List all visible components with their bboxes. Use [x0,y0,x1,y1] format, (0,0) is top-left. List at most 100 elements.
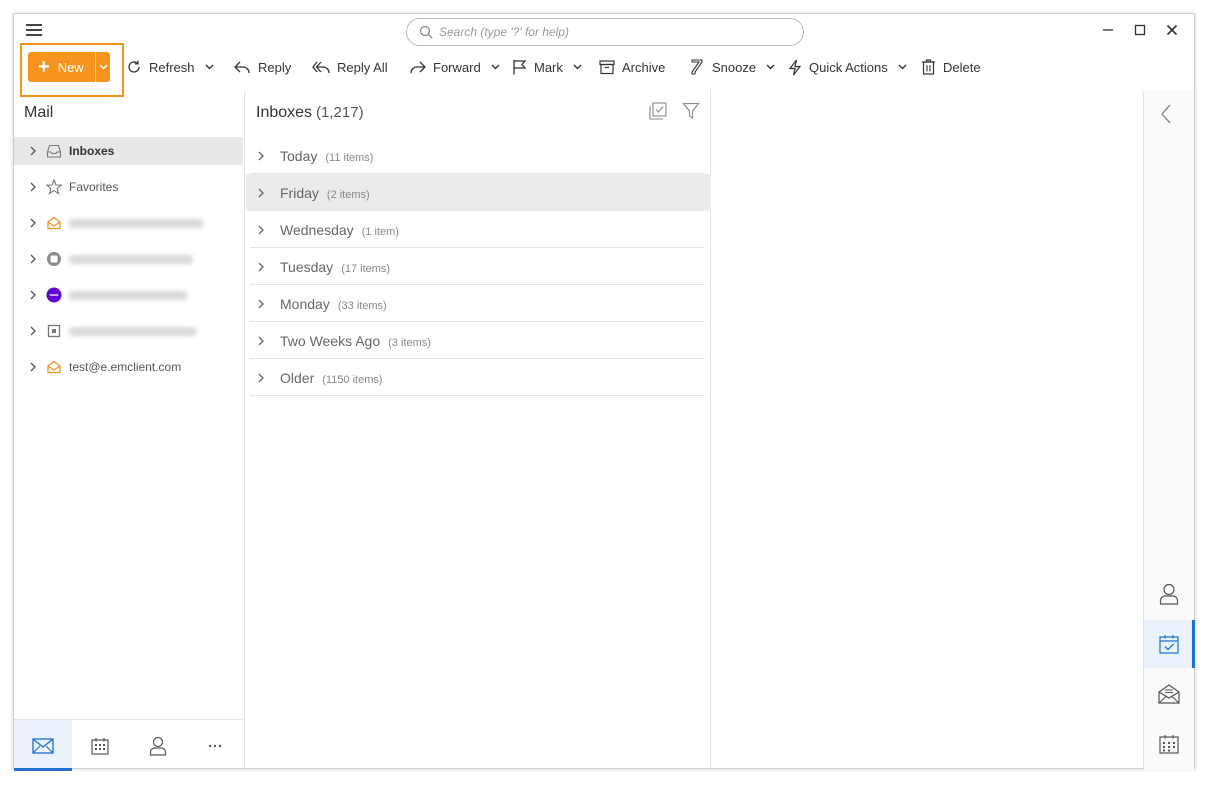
chevron-right-icon[interactable] [30,362,36,372]
sidebar-item-account[interactable] [14,317,243,345]
reply-button[interactable]: Reply [234,54,291,80]
minimize-icon [1103,29,1113,31]
new-button-group: + New [28,52,110,82]
reply-all-icon [312,61,330,74]
chevron-right-icon [258,336,264,345]
quick-actions-button[interactable]: Quick Actions [788,54,907,80]
group-name: Friday [280,184,319,201]
nav-more[interactable] [187,720,245,771]
chevron-down-icon[interactable] [573,64,582,70]
archive-icon [599,60,615,75]
sidebar-item-test-account[interactable]: test@e.emclient.com [14,353,243,381]
group-count: (1 item) [361,225,399,238]
snooze-button[interactable]: Snooze [689,54,775,80]
contact-icon [1159,583,1179,605]
chevron-right-icon [258,262,264,271]
nav-contacts[interactable] [129,720,187,771]
flag-icon [513,60,527,75]
mark-label: Mark [534,59,563,75]
quick-actions-label: Quick Actions [809,59,888,75]
calendar-check-icon [1159,635,1179,654]
chevron-right-icon[interactable] [30,254,36,264]
list-title-text: Inboxes [256,104,313,121]
chevron-right-icon[interactable] [30,218,36,228]
search-input[interactable] [439,25,779,39]
delete-button[interactable]: Delete [921,54,981,80]
archive-button[interactable]: Archive [599,54,665,80]
forward-button[interactable]: Forward [409,54,500,80]
more-icon [209,744,222,747]
chevron-right-icon[interactable] [30,146,36,156]
group-older[interactable]: Older (1150 items) [246,359,711,396]
group-name: Older [280,369,315,386]
minimize-button[interactable] [1096,20,1120,40]
group-monday[interactable]: Monday (33 items) [246,285,711,322]
close-button[interactable] [1160,20,1184,40]
group-tuesday[interactable]: Tuesday (17 items) [246,248,711,285]
delete-label: Delete [943,59,981,75]
search-box[interactable] [406,18,804,46]
mail-account-icon [47,216,61,230]
chevron-down-icon[interactable] [766,64,775,70]
snooze-label: Snooze [712,59,757,75]
group-name: Wednesday [280,221,354,238]
reply-label: Reply [258,59,292,75]
chevron-right-icon [258,299,264,308]
sidebar-item-inboxes[interactable]: Inboxes [14,137,243,165]
refresh-label: Refresh [149,59,195,75]
app-window: + New Refresh Reply Reply All Forward [13,13,1195,771]
new-dropdown-button[interactable] [96,52,110,82]
contacts-panel-button[interactable] [1144,570,1194,618]
sidebar-item-favorites[interactable]: Favorites [14,173,243,201]
group-name: Monday [280,295,330,312]
chevron-down-icon[interactable] [205,64,214,70]
contacts-icon [149,736,166,756]
chevron-down-icon[interactable] [898,64,907,70]
chevron-right-icon [258,151,264,160]
reply-icon [234,61,250,74]
group-count: (17 items) [341,262,391,275]
close-icon [1166,24,1178,36]
forward-label: Forward [433,59,481,75]
filter-icon[interactable] [682,102,700,120]
chevron-right-icon [258,188,264,197]
sidebar-item-account[interactable] [14,209,243,237]
sidebar-item-account[interactable] [14,281,243,309]
group-friday[interactable]: Friday (2 items) [246,174,711,211]
sidebar-item-account[interactable] [14,245,243,273]
group-today[interactable]: Today (11 items) [246,137,711,174]
nav-calendar[interactable] [72,720,130,771]
select-all-icon[interactable] [649,102,667,120]
sidebar-item-label: Favorites [69,180,119,194]
snooze-icon [691,59,703,75]
group-wednesday[interactable]: Wednesday (1 item) [246,211,711,248]
maximize-button[interactable] [1128,20,1152,40]
new-button[interactable]: + New [28,52,96,82]
group-count: (2 items) [326,188,370,201]
refresh-button[interactable]: Refresh [126,54,214,80]
chevron-down-icon[interactable] [491,64,500,70]
chevron-right-icon[interactable] [30,182,36,192]
forward-icon [410,61,426,74]
chevron-down-icon [99,64,107,70]
chevron-right-icon[interactable] [30,290,36,300]
reply-all-label: Reply All [337,59,388,75]
mail-panel-button[interactable] [1144,670,1194,718]
title-bar [14,14,1194,50]
mark-button[interactable]: Mark [512,54,582,80]
reply-all-button[interactable]: Reply All [312,54,388,80]
group-name: Two Weeks Ago [280,332,381,349]
calendar-panel-button[interactable] [1144,720,1194,768]
group-count: (33 items) [337,299,387,312]
tasks-panel-button[interactable] [1144,620,1195,668]
chevron-right-icon[interactable] [30,326,36,336]
blurred-account-label [69,218,203,228]
nav-mail[interactable] [14,720,72,771]
blurred-account-label [69,254,193,264]
list-count: (1,217) [316,104,364,121]
bottom-nav [14,719,245,771]
blurred-account-label [69,326,197,336]
menu-icon[interactable] [26,24,42,38]
chevron-left-icon[interactable] [1160,104,1172,124]
group-two-weeks-ago[interactable]: Two Weeks Ago (3 items) [246,322,711,359]
